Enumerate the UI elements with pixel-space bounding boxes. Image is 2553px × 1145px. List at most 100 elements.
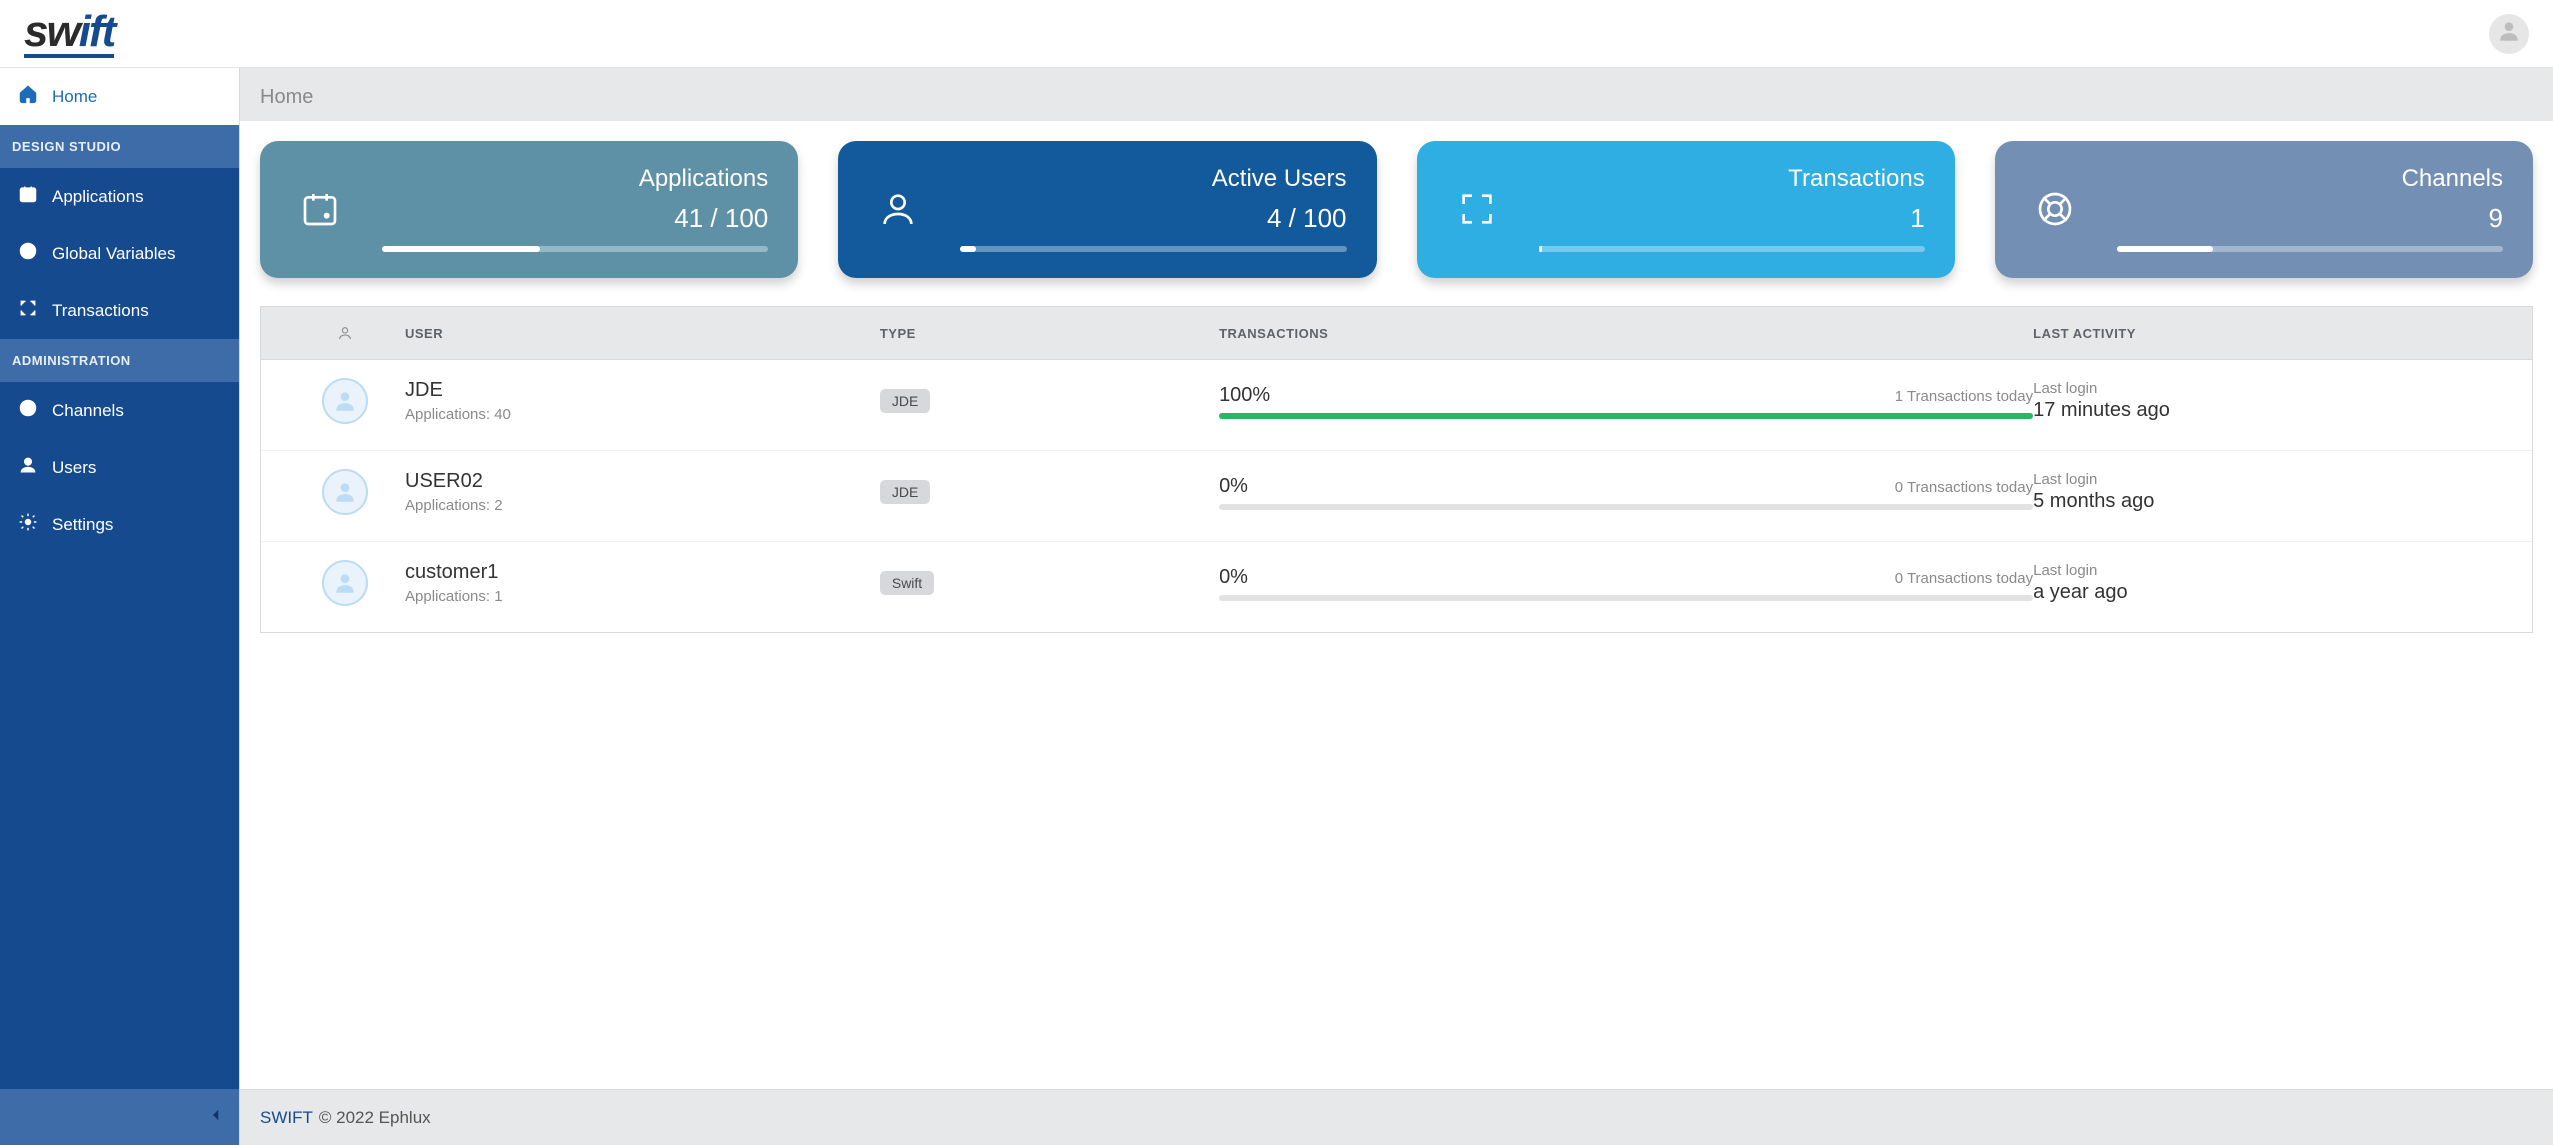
- last-login-value: a year ago: [2033, 581, 2508, 604]
- type-pill: JDE: [880, 480, 930, 504]
- card-active-users[interactable]: Active Users 4 / 100: [838, 141, 1376, 278]
- sidebar-item-label: Applications: [52, 187, 144, 207]
- sidebar-item-label: Transactions: [52, 301, 149, 321]
- user-apps: Applications: 40: [405, 406, 880, 423]
- sidebar-collapse-button[interactable]: [0, 1089, 239, 1145]
- user-apps: Applications: 1: [405, 588, 880, 605]
- tx-today: 0 Transactions today: [1895, 479, 2033, 496]
- tx-percent: 0%: [1219, 475, 1248, 498]
- card-value: 41 / 100: [674, 203, 768, 234]
- card-progress: [1539, 246, 1925, 252]
- table-row[interactable]: JDE Applications: 40 JDE 100% 1 Transact…: [261, 360, 2532, 451]
- user-icon: [285, 325, 405, 341]
- avatar-cell: [285, 378, 405, 424]
- card-title: Applications: [639, 165, 768, 193]
- sidebar-item-transactions[interactable]: Transactions: [0, 282, 239, 339]
- sidebar-item-global-variables[interactable]: Global Variables: [0, 225, 239, 282]
- content: Applications 41 / 100 Active Users 4 / 1…: [240, 121, 2553, 1089]
- logo[interactable]: swift: [24, 10, 114, 58]
- expand-icon: [18, 298, 38, 323]
- card-value: 1: [1910, 203, 1924, 234]
- avatar: [322, 469, 368, 515]
- user-apps: Applications: 2: [405, 497, 880, 514]
- activity-cell: Last login 5 months ago: [2033, 471, 2508, 513]
- tx-progress: [1219, 595, 2033, 601]
- calendar-icon: [18, 184, 38, 209]
- user-icon: [868, 189, 928, 229]
- table-row[interactable]: USER02 Applications: 2 JDE 0% 0 Transact…: [261, 451, 2532, 542]
- last-login-label: Last login: [2033, 562, 2508, 579]
- card-title: Channels: [2402, 165, 2503, 193]
- calendar-icon: [290, 189, 350, 229]
- users-table: USER TYPE TRANSACTIONS LAST ACTIVITY JDE…: [260, 306, 2533, 633]
- user-cell: USER02 Applications: 2: [405, 470, 880, 514]
- sidebar-item-label: Channels: [52, 401, 124, 421]
- card-progress: [2117, 246, 2503, 252]
- tx-today: 0 Transactions today: [1895, 570, 2033, 587]
- sidebar: Home DESIGN STUDIO Applications Global V…: [0, 68, 240, 1145]
- last-login-value: 5 months ago: [2033, 490, 2508, 513]
- gear-icon: [18, 512, 38, 537]
- footer-text: © 2022 Ephlux: [319, 1108, 431, 1128]
- sidebar-item-label: Global Variables: [52, 244, 175, 264]
- card-title: Active Users: [1212, 165, 1347, 193]
- type-cell: JDE: [880, 389, 1219, 413]
- footer-brand: SWIFT: [260, 1108, 313, 1128]
- transactions-cell: 0% 0 Transactions today: [1219, 566, 2033, 601]
- type-pill: Swift: [880, 571, 934, 595]
- type-cell: JDE: [880, 480, 1219, 504]
- card-applications[interactable]: Applications 41 / 100: [260, 141, 798, 278]
- card-transactions[interactable]: Transactions 1: [1417, 141, 1955, 278]
- profile-avatar[interactable]: [2489, 14, 2529, 54]
- sidebar-section-design: DESIGN STUDIO: [0, 125, 239, 168]
- person-icon: [2496, 18, 2522, 49]
- card-value: 4 / 100: [1267, 203, 1347, 234]
- card-channels[interactable]: Channels 9: [1995, 141, 2533, 278]
- user-cell: JDE Applications: 40: [405, 379, 880, 423]
- logo-text-prefix: sw: [24, 10, 79, 54]
- sidebar-item-settings[interactable]: Settings: [0, 496, 239, 553]
- expand-icon: [1447, 189, 1507, 229]
- logo-text-suffix: ift: [79, 10, 115, 54]
- avatar-cell: [285, 469, 405, 515]
- table-row[interactable]: customer1 Applications: 1 Swift 0% 0 Tra…: [261, 542, 2532, 632]
- last-login-label: Last login: [2033, 471, 2508, 488]
- sidebar-item-label: Home: [52, 87, 97, 107]
- user-cell: customer1 Applications: 1: [405, 561, 880, 605]
- avatar-cell: [285, 560, 405, 606]
- transactions-cell: 100% 1 Transactions today: [1219, 384, 2033, 419]
- card-title: Transactions: [1788, 165, 1925, 193]
- activity-cell: Last login 17 minutes ago: [2033, 380, 2508, 422]
- avatar: [322, 560, 368, 606]
- chevron-left-icon: [207, 1106, 225, 1129]
- sidebar-item-users[interactable]: Users: [0, 439, 239, 496]
- col-user: USER: [405, 326, 880, 341]
- sidebar-item-home[interactable]: Home: [0, 68, 239, 125]
- tx-percent: 100%: [1219, 384, 1270, 407]
- col-transactions: TRANSACTIONS: [1219, 326, 2033, 341]
- tx-today: 1 Transactions today: [1895, 388, 2033, 405]
- card-progress: [960, 246, 1346, 252]
- top-bar: swift: [0, 0, 2553, 68]
- sidebar-section-admin: ADMINISTRATION: [0, 339, 239, 382]
- avatar: [322, 378, 368, 424]
- sidebar-item-applications[interactable]: Applications: [0, 168, 239, 225]
- last-login-label: Last login: [2033, 380, 2508, 397]
- tx-progress: [1219, 504, 2033, 510]
- table-header: USER TYPE TRANSACTIONS LAST ACTIVITY: [261, 307, 2532, 360]
- breadcrumb: Home: [240, 68, 2553, 109]
- main-area: Home Applications 41 / 100: [240, 68, 2553, 1145]
- type-pill: JDE: [880, 389, 930, 413]
- transactions-cell: 0% 0 Transactions today: [1219, 475, 2033, 510]
- type-cell: Swift: [880, 571, 1219, 595]
- home-icon: [18, 84, 38, 109]
- sidebar-item-channels[interactable]: Channels: [0, 382, 239, 439]
- col-type: TYPE: [880, 326, 1219, 341]
- user-name: JDE: [405, 379, 880, 402]
- sidebar-item-label: Settings: [52, 515, 113, 535]
- last-login-value: 17 minutes ago: [2033, 399, 2508, 422]
- lifebuoy-icon: [2025, 189, 2085, 229]
- tx-percent: 0%: [1219, 566, 1248, 589]
- user-icon: [18, 455, 38, 480]
- summary-cards: Applications 41 / 100 Active Users 4 / 1…: [260, 141, 2533, 278]
